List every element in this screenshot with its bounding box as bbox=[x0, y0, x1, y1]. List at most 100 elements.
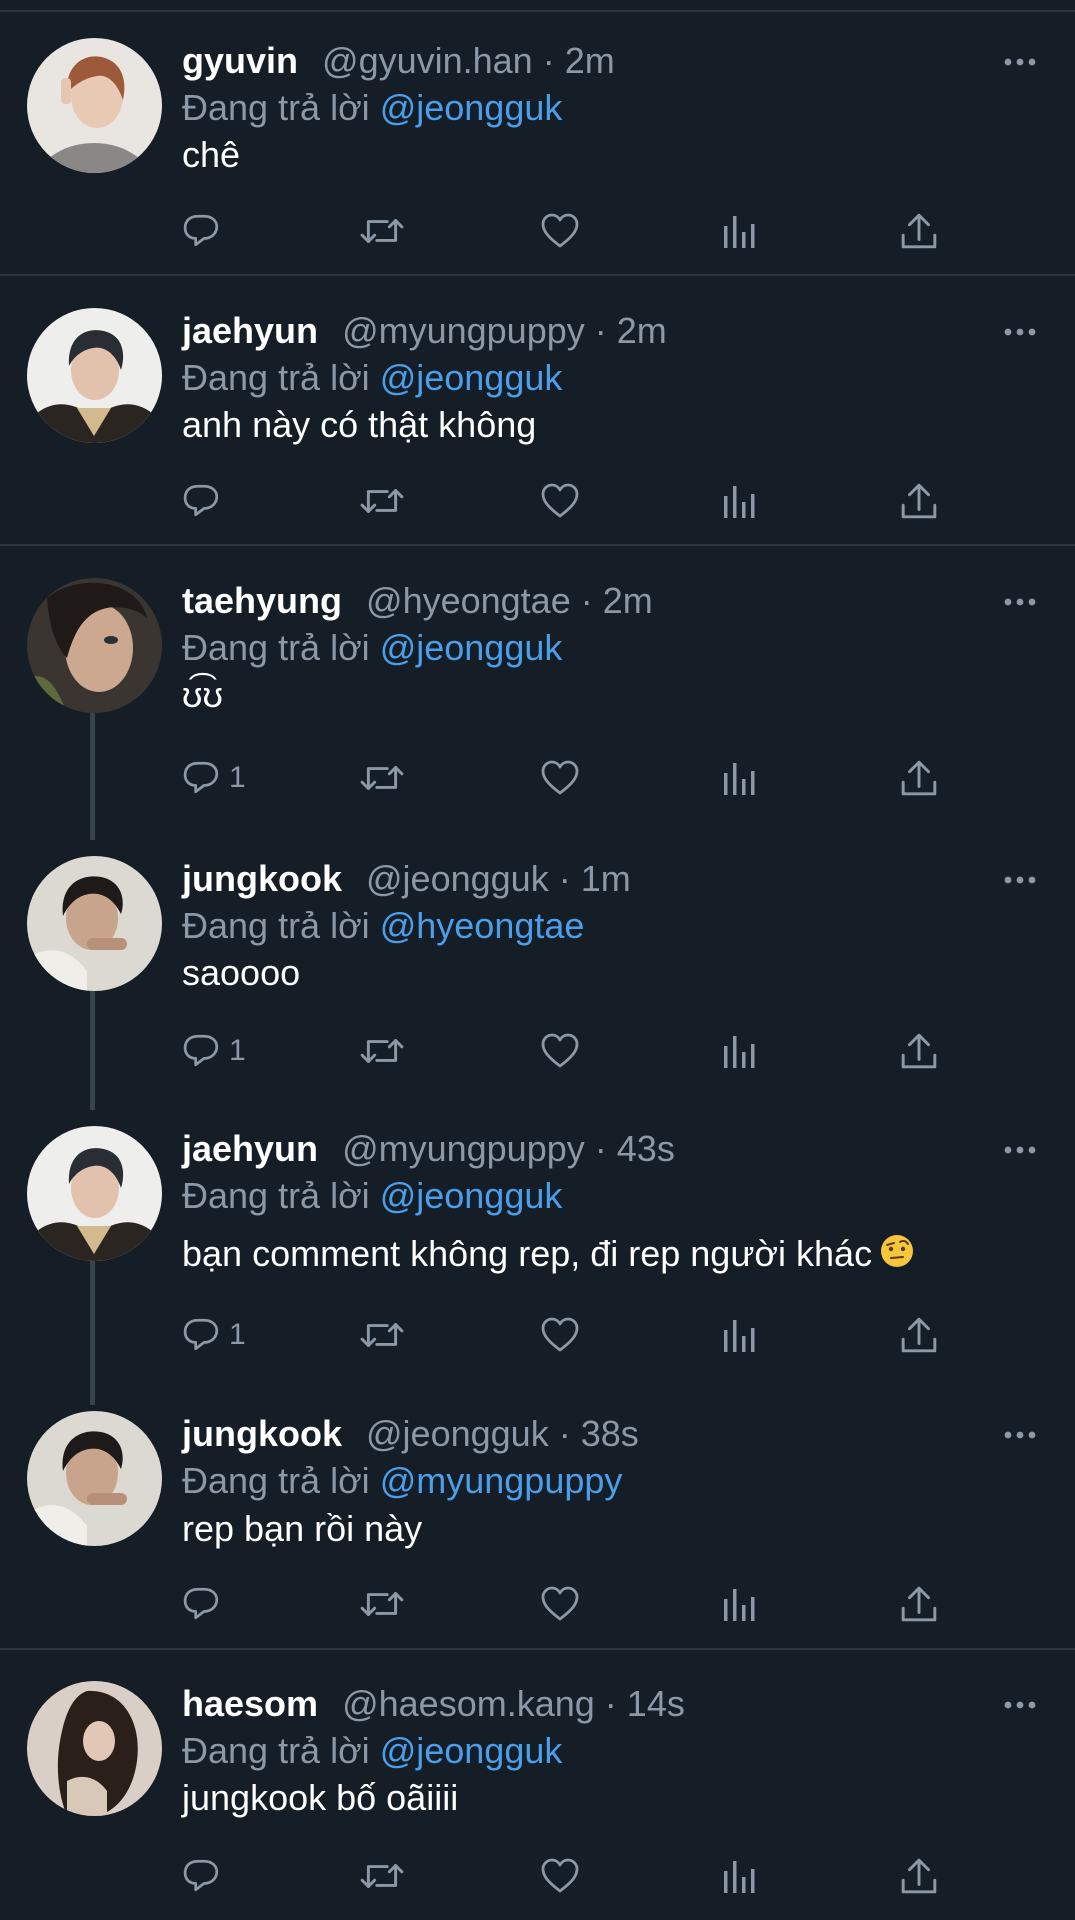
more-dots-icon[interactable] bbox=[1003, 50, 1037, 74]
views-button[interactable] bbox=[722, 753, 758, 803]
avatar[interactable] bbox=[27, 1681, 162, 1816]
retweet-button[interactable] bbox=[360, 476, 404, 526]
display-name[interactable]: taehyung bbox=[182, 580, 342, 621]
display-name[interactable]: jaehyun bbox=[182, 1128, 318, 1169]
share-upload-icon bbox=[901, 1858, 937, 1894]
like-button[interactable] bbox=[540, 1026, 580, 1076]
replying-to-label: Đang trả lời bbox=[182, 1730, 370, 1771]
like-button[interactable] bbox=[540, 1851, 580, 1901]
reply-button[interactable] bbox=[183, 1851, 229, 1901]
retweet-button[interactable] bbox=[360, 1310, 404, 1360]
heart-icon bbox=[541, 213, 579, 248]
reply-tweet[interactable]: jungkook @jeongguk · 38s Đang trả lời @m… bbox=[0, 1385, 1075, 1650]
share-button[interactable] bbox=[900, 476, 938, 526]
retweet-button[interactable] bbox=[360, 1579, 404, 1629]
retweet-button[interactable] bbox=[360, 206, 404, 256]
mention-link[interactable]: @hyeongtae bbox=[380, 905, 585, 946]
share-button[interactable] bbox=[900, 1026, 938, 1076]
mention-link[interactable]: @myungpuppy bbox=[380, 1460, 623, 1501]
reply-button[interactable]: 1 bbox=[183, 1026, 246, 1076]
user-handle[interactable]: @jeongguk bbox=[366, 858, 549, 899]
mention-link[interactable]: @jeongguk bbox=[380, 87, 563, 128]
display-name[interactable]: gyuvin bbox=[182, 40, 298, 81]
like-button[interactable] bbox=[540, 753, 580, 803]
tweet-text: chê bbox=[182, 134, 241, 175]
avatar[interactable] bbox=[27, 308, 162, 443]
heart-icon bbox=[541, 1858, 579, 1893]
display-name[interactable]: jungkook bbox=[182, 858, 342, 899]
views-button[interactable] bbox=[722, 1851, 758, 1901]
like-button[interactable] bbox=[540, 1310, 580, 1360]
reply-tweet[interactable]: taehyung @hyeongtae · 2m Đang trả lời @j… bbox=[0, 552, 1075, 830]
share-button[interactable] bbox=[900, 1579, 938, 1629]
display-name[interactable]: jungkook bbox=[182, 1413, 342, 1454]
more-dots-icon[interactable] bbox=[1003, 1423, 1037, 1447]
views-button[interactable] bbox=[722, 1310, 758, 1360]
face-with-raised-eyebrow-emoji-icon bbox=[880, 1233, 914, 1279]
views-button[interactable] bbox=[722, 1579, 758, 1629]
reply-tweet[interactable]: haesom @haesom.kang · 14s Đang trả lời @… bbox=[0, 1655, 1075, 1920]
display-name[interactable]: haesom bbox=[182, 1683, 318, 1724]
retweet-button[interactable] bbox=[360, 1026, 404, 1076]
timestamp[interactable]: 14s bbox=[627, 1683, 685, 1724]
avatar[interactable] bbox=[27, 578, 162, 713]
reply-button[interactable] bbox=[183, 1579, 229, 1629]
mention-link[interactable]: @jeongguk bbox=[380, 627, 563, 668]
tweet-header: jaehyun @myungpuppy · 43s bbox=[182, 1126, 675, 1172]
reply-button[interactable] bbox=[183, 476, 229, 526]
reply-tweet[interactable]: jaehyun @myungpuppy · 43s Đang trả lời @… bbox=[0, 1100, 1075, 1385]
avatar[interactable] bbox=[27, 856, 162, 991]
reply-button[interactable]: 1 bbox=[183, 753, 246, 803]
user-handle[interactable]: @haesom.kang bbox=[342, 1683, 595, 1724]
more-dots-icon[interactable] bbox=[1003, 1693, 1037, 1717]
like-button[interactable] bbox=[540, 1579, 580, 1629]
tweet-text-content: bạn comment không rep, đi rep người khác bbox=[182, 1233, 873, 1274]
like-button[interactable] bbox=[540, 476, 580, 526]
views-button[interactable] bbox=[722, 206, 758, 256]
reply-tweet[interactable]: gyuvin @gyuvin.han · 2m Đang trả lời @je… bbox=[0, 12, 1075, 276]
more-dots-icon[interactable] bbox=[1003, 320, 1037, 344]
replying-to: Đang trả lời @jeongguk bbox=[182, 1173, 562, 1219]
retweet-button[interactable] bbox=[360, 753, 404, 803]
timestamp[interactable]: 38s bbox=[581, 1413, 639, 1454]
user-handle[interactable]: @jeongguk bbox=[366, 1413, 549, 1454]
user-handle[interactable]: @myungpuppy bbox=[342, 310, 585, 351]
timestamp[interactable]: 1m bbox=[581, 858, 631, 899]
timestamp[interactable]: 43s bbox=[617, 1128, 675, 1169]
replying-to: Đang trả lời @jeongguk bbox=[182, 1728, 562, 1774]
tweet-text: rep bạn rồi này bbox=[182, 1508, 423, 1549]
mention-link[interactable]: @jeongguk bbox=[380, 1175, 563, 1216]
more-dots-icon[interactable] bbox=[1003, 868, 1037, 892]
timestamp[interactable]: 2m bbox=[565, 40, 615, 81]
timestamp[interactable]: 2m bbox=[617, 310, 667, 351]
tweet-text: bạn comment không rep, đi rep người khác bbox=[182, 1231, 914, 1279]
retweet-button[interactable] bbox=[360, 1851, 404, 1901]
more-dots-icon[interactable] bbox=[1003, 1138, 1037, 1162]
share-button[interactable] bbox=[900, 1310, 938, 1360]
views-button[interactable] bbox=[722, 1026, 758, 1076]
reply-button[interactable]: 1 bbox=[183, 1310, 246, 1360]
reply-count: 1 bbox=[229, 761, 246, 794]
reply-tweet[interactable]: jaehyun @myungpuppy · 2m Đang trả lời @j… bbox=[0, 282, 1075, 546]
share-button[interactable] bbox=[900, 206, 938, 256]
avatar[interactable] bbox=[27, 38, 162, 173]
reply-count: 1 bbox=[229, 1318, 246, 1351]
user-handle[interactable]: @gyuvin.han bbox=[322, 40, 533, 81]
like-button[interactable] bbox=[540, 206, 580, 256]
share-button[interactable] bbox=[900, 753, 938, 803]
share-button[interactable] bbox=[900, 1851, 938, 1901]
views-button[interactable] bbox=[722, 476, 758, 526]
timestamp[interactable]: 2m bbox=[603, 580, 653, 621]
reply-button[interactable] bbox=[183, 206, 229, 256]
reply-tweet[interactable]: jungkook @jeongguk · 1m Đang trả lời @hy… bbox=[0, 830, 1075, 1100]
display-name[interactable]: jaehyun bbox=[182, 310, 318, 351]
more-dots-icon[interactable] bbox=[1003, 590, 1037, 614]
mention-link[interactable]: @jeongguk bbox=[380, 1730, 563, 1771]
mention-link[interactable]: @jeongguk bbox=[380, 357, 563, 398]
avatar[interactable] bbox=[27, 1126, 162, 1261]
user-handle[interactable]: @myungpuppy bbox=[342, 1128, 585, 1169]
user-handle[interactable]: @hyeongtae bbox=[366, 580, 571, 621]
action-bar bbox=[0, 1579, 1075, 1629]
reply-bubble-icon bbox=[183, 761, 219, 794]
avatar[interactable] bbox=[27, 1411, 162, 1546]
